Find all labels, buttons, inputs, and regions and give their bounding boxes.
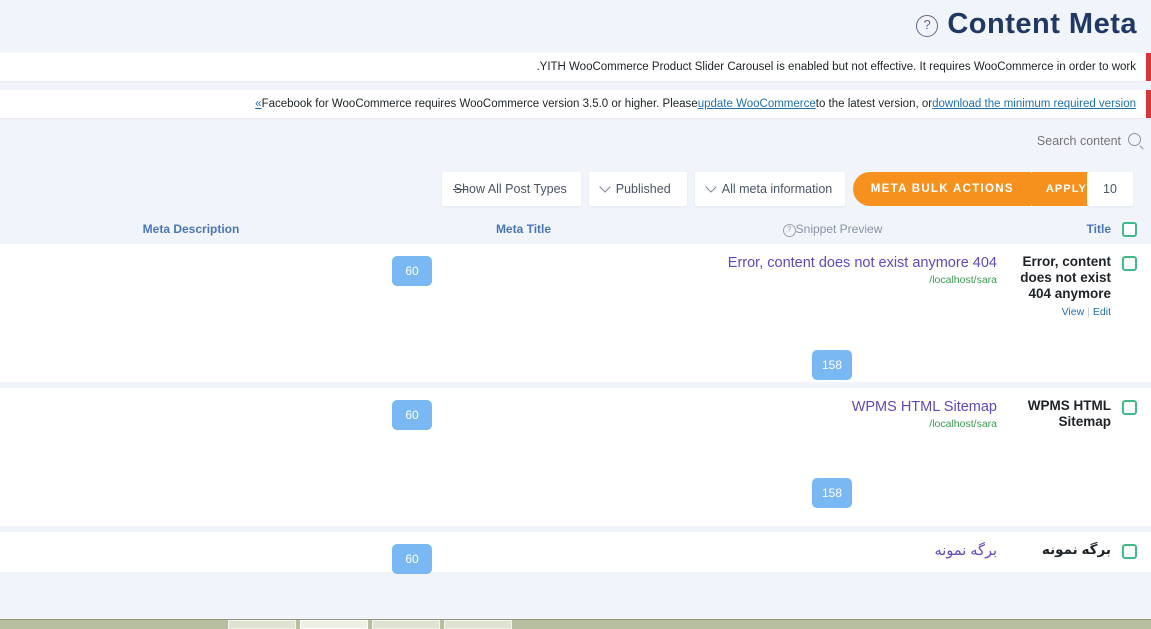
taskbar-window-button[interactable]: [444, 620, 512, 629]
search-input[interactable]: [1029, 129, 1137, 153]
row-checkbox-cell: [1111, 244, 1137, 318]
os-taskbar: [0, 619, 1151, 629]
magnifier-icon[interactable]: [1128, 133, 1141, 146]
notice-middle: to the latest version, or: [815, 98, 933, 110]
cell-snippet-preview: Error, content does not exist anymore 40…: [675, 244, 1005, 318]
status-filter-label: Published: [615, 182, 671, 196]
post-type-filter-select[interactable]: Show All Post Types: [441, 172, 581, 206]
items-per-page-input[interactable]: 10: [1087, 172, 1133, 206]
cell-meta-title: 60: [392, 244, 675, 318]
column-header-meta-title[interactable]: Meta Title: [382, 222, 665, 236]
row-checkbox[interactable]: [1122, 544, 1137, 559]
meta-bulk-actions-button[interactable]: META BULK ACTIONS: [852, 172, 1032, 206]
page-header: ? Content Meta: [0, 0, 1151, 48]
meta-title-length-badge: 60: [392, 400, 432, 430]
notice-text: .YITH WooCommerce Product Slider Carouse…: [536, 61, 1136, 73]
snippet-title[interactable]: Error, content does not exist anymore 40…: [675, 254, 997, 272]
cell-meta-title: 60: [392, 532, 675, 574]
table-row: 60 Error, content does not exist anymore…: [0, 244, 1151, 382]
row-actions: View | Edit: [1015, 306, 1111, 318]
notice-woocommerce-slider: .YITH WooCommerce Product Slider Carouse…: [0, 53, 1151, 81]
snippet-url: /localhost/sara: [929, 274, 997, 286]
meta-information-filter-select[interactable]: All meta information: [694, 172, 845, 206]
row-checkbox-cell: [1111, 532, 1137, 574]
meta-description-length-badge: 158: [812, 478, 852, 508]
toolbar-gap-3: [845, 189, 853, 190]
snippet-url: /localhost/sara: [929, 418, 997, 430]
status-filter-select[interactable]: Published: [588, 172, 687, 206]
row-spacer: [0, 350, 792, 380]
toolbar-gap-1: [581, 189, 589, 190]
search-wrapper: [1029, 129, 1141, 153]
action-separator: |: [1087, 306, 1090, 318]
meta-filter-label: All meta information: [721, 182, 833, 196]
taskbar-window-button[interactable]: [372, 620, 440, 629]
download-minimum-version-link[interactable]: download the minimum required version: [932, 98, 1136, 110]
row-checkbox[interactable]: [1122, 256, 1137, 271]
post-title: WPMS HTML Sitemap: [1027, 398, 1111, 429]
column-header-snippet-preview[interactable]: ? Snippet Preview: [665, 222, 995, 237]
meta-title-length-badge: 60: [392, 256, 432, 286]
row-spacer: [0, 478, 792, 508]
meta-title-length-badge: 60: [392, 544, 432, 574]
cell-meta-description: [0, 388, 392, 446]
table-row: 60 WPMS HTML Sitemap /localhost/sara WPM…: [0, 388, 1151, 526]
question-circle-icon: ?: [782, 223, 796, 237]
post-title: برگه نمونه: [1041, 542, 1111, 557]
taskbar-window-button[interactable]: [300, 620, 368, 629]
page-title-text: Content Meta: [947, 7, 1137, 40]
cell-snippet-preview: برگه نمونه: [675, 532, 1005, 574]
row-checkbox-cell: [1111, 388, 1137, 446]
select-all-checkbox-cell: [1111, 221, 1137, 237]
meta-description-badge-wrapper: 158: [792, 478, 1137, 508]
chevron-down-icon: [705, 181, 717, 193]
row-primary-line: 60 Error, content does not exist anymore…: [0, 244, 1151, 318]
cell-snippet-preview: WPMS HTML Sitemap /localhost/sara: [675, 388, 1005, 446]
notice-facebook-woocommerce: « Facebook for WooCommerce requires WooC…: [0, 90, 1151, 118]
row-secondary-line: 158: [0, 478, 1151, 508]
row-secondary-line: 158: [0, 350, 1151, 380]
meta-description-badge-wrapper: 158: [792, 350, 1137, 380]
cell-meta-title: 60: [392, 388, 675, 446]
cell-meta-description: [0, 532, 392, 574]
edit-link[interactable]: Edit: [1093, 306, 1111, 318]
snippet-title[interactable]: WPMS HTML Sitemap: [675, 398, 997, 416]
question-circle-icon[interactable]: ?: [916, 14, 939, 37]
meta-description-length-badge: 158: [812, 350, 852, 380]
toolbar-gap-2: [687, 189, 695, 190]
column-header-title[interactable]: Title: [995, 222, 1111, 236]
view-link[interactable]: View: [1062, 306, 1085, 318]
cell-title: WPMS HTML Sitemap: [1005, 388, 1111, 446]
chevron-down-icon: [599, 181, 611, 193]
column-header-meta-description[interactable]: Meta Description: [0, 222, 382, 236]
update-woocommerce-link[interactable]: update WooCommerce: [698, 98, 816, 110]
cell-title: برگه نمونه: [1005, 532, 1111, 574]
page-title: ? Content Meta: [916, 8, 1137, 41]
cell-title: Error, content does not exist 404 anymor…: [1005, 244, 1111, 318]
notice-prefix: Facebook for WooCommerce requires WooCom…: [261, 98, 698, 110]
row-actions: [1015, 434, 1111, 446]
toolbar: Show All Post Types Published All meta i…: [0, 164, 1151, 214]
snippet-title[interactable]: برگه نمونه: [675, 542, 997, 560]
post-title: Error, content does not exist 404 anymor…: [1020, 254, 1111, 301]
post-type-filter-label: Show All Post Types: [452, 182, 567, 196]
row-primary-line: 60 WPMS HTML Sitemap /localhost/sara WPM…: [0, 388, 1151, 446]
taskbar-window-button[interactable]: [228, 620, 296, 629]
cell-meta-description: [0, 244, 392, 318]
select-all-checkbox[interactable]: [1122, 221, 1137, 237]
snippet-preview-label: Snippet Preview: [795, 221, 883, 236]
table-header-row: Meta Description Meta Title ? Snippet Pre…: [0, 214, 1151, 244]
table-row: 60 برگه نمونه برگه نمونه: [0, 532, 1151, 574]
row-primary-line: 60 برگه نمونه برگه نمونه: [0, 532, 1151, 574]
row-checkbox[interactable]: [1122, 400, 1137, 415]
search-row: [0, 118, 1151, 164]
